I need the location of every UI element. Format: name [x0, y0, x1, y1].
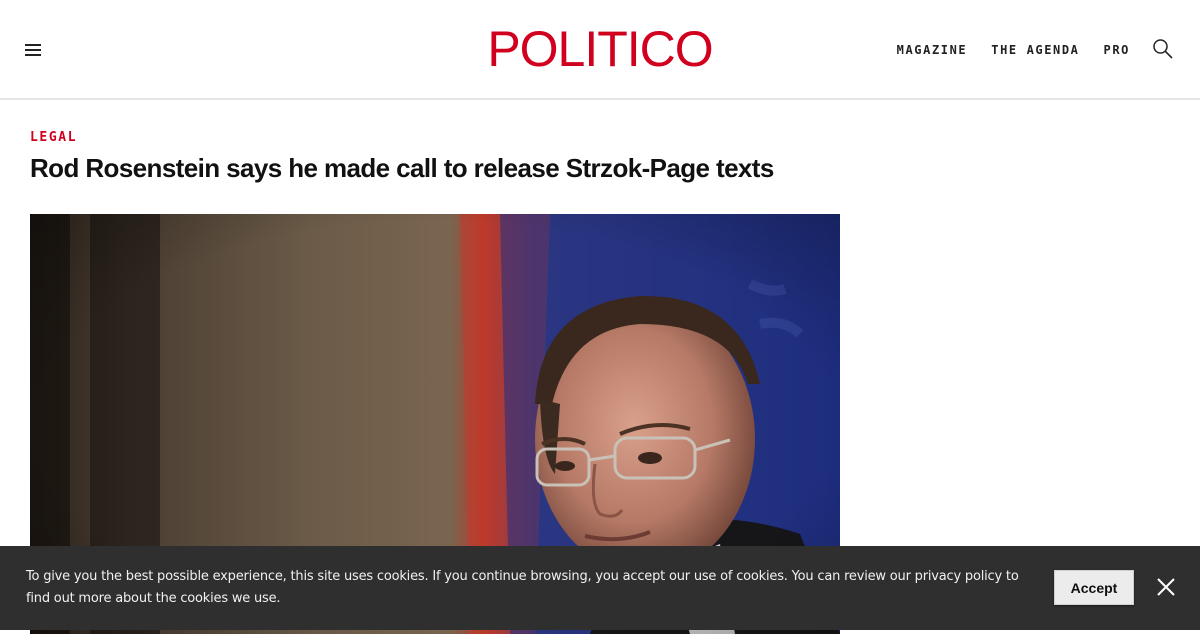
site-header: POLITICO MAGAZINE THE AGENDA PRO [0, 0, 1200, 100]
accept-button[interactable]: Accept [1054, 570, 1134, 605]
article-headline: Rod Rosenstein says he made call to rele… [30, 153, 774, 183]
politico-logo[interactable]: POLITICO [487, 21, 713, 77]
nav-item-pro[interactable]: PRO [1104, 40, 1130, 60]
section-label[interactable]: LEGAL [30, 130, 77, 145]
nav-item-magazine[interactable]: MAGAZINE [897, 40, 968, 60]
close-icon[interactable] [1155, 576, 1177, 598]
cookie-message: To give you the best possible experience… [26, 569, 1019, 606]
search-icon[interactable] [1152, 38, 1174, 60]
top-nav: MAGAZINE THE AGENDA PRO [897, 40, 1130, 60]
nav-item-the-agenda[interactable]: THE AGENDA [991, 40, 1079, 60]
menu-icon[interactable] [22, 40, 44, 60]
